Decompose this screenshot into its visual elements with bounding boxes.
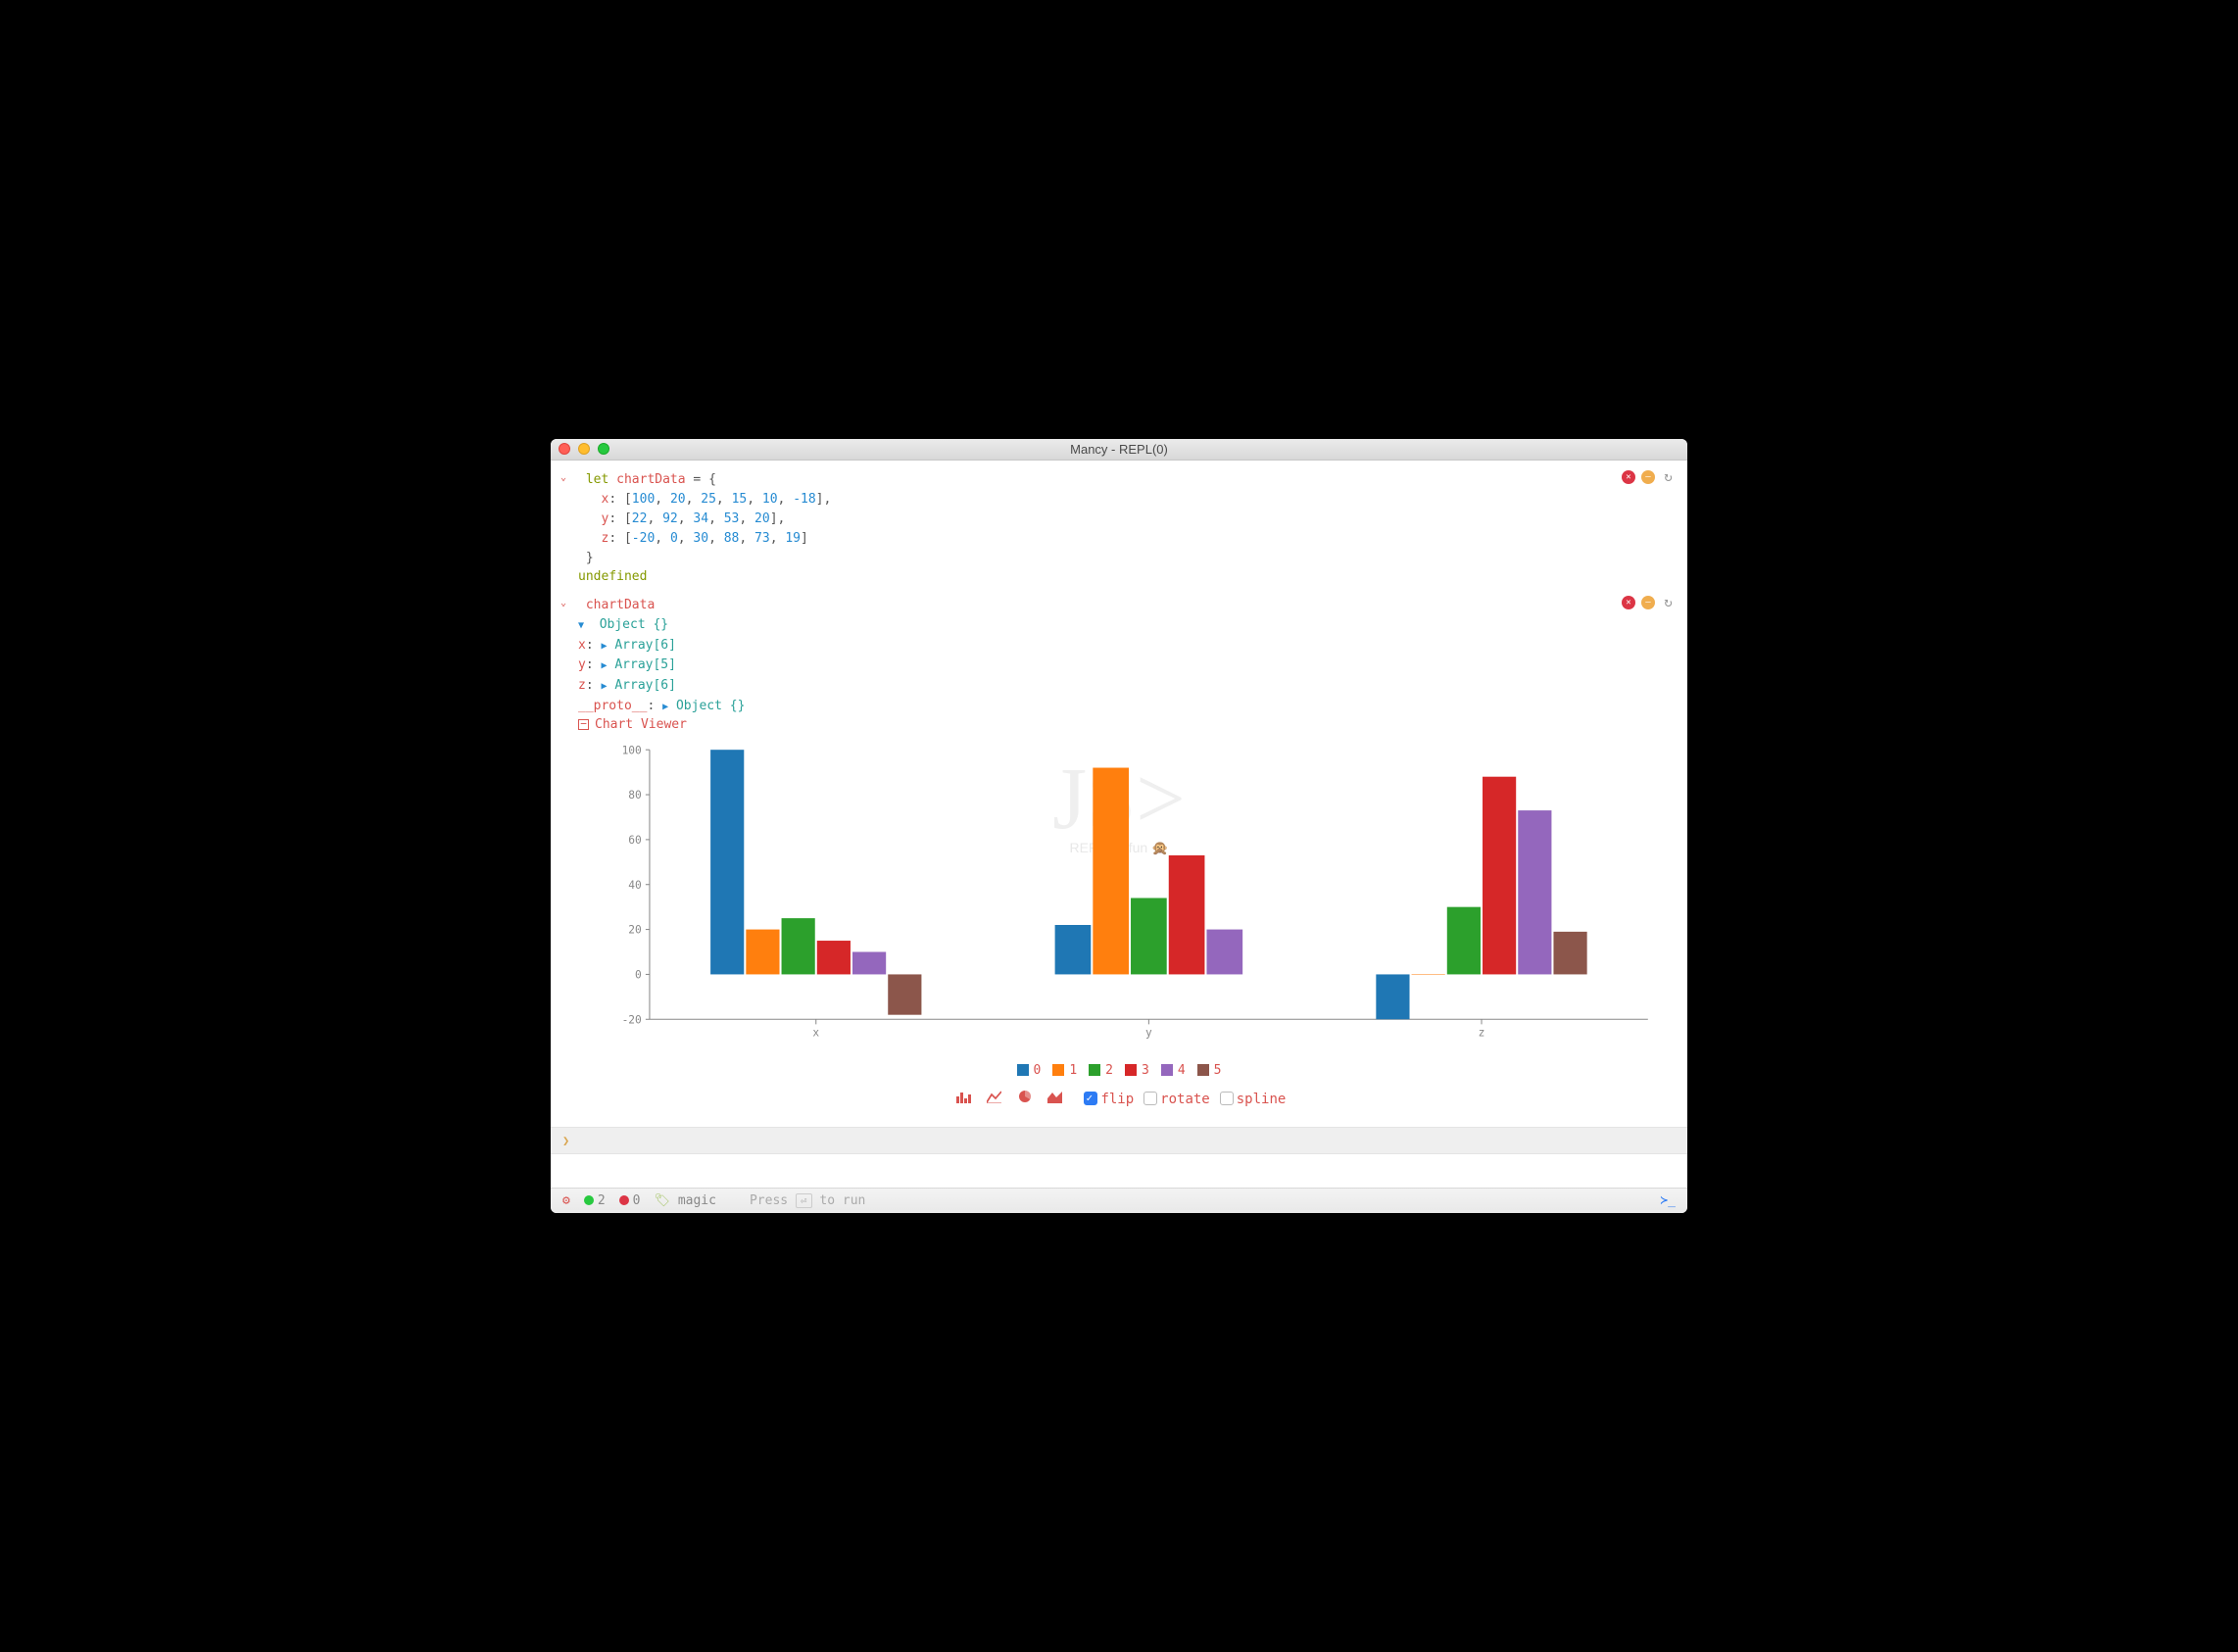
area-chart-icon[interactable] bbox=[1047, 1092, 1062, 1107]
legend-item[interactable]: 2 bbox=[1089, 1063, 1113, 1078]
collapse-box-icon: − bbox=[578, 719, 589, 730]
mode-indicator[interactable]: 🏷 magic bbox=[654, 1193, 715, 1208]
error-dot-icon bbox=[619, 1195, 629, 1205]
repl-block-1: ✕ – ↻ ⌄ let chartData = { x: [100, 20, 2… bbox=[551, 464, 1687, 590]
console-toggle-icon[interactable]: ≻_ bbox=[1660, 1193, 1676, 1208]
bar[interactable] bbox=[782, 918, 815, 974]
svg-text:x: x bbox=[812, 1026, 819, 1039]
inspector-property[interactable]: y: ▶ Array[5] bbox=[578, 656, 1678, 676]
svg-text:20: 20 bbox=[628, 923, 642, 936]
spline-label: spline bbox=[1237, 1092, 1287, 1107]
svg-text:60: 60 bbox=[628, 834, 642, 847]
inspector-property[interactable]: x: ▶ Array[6] bbox=[578, 636, 1678, 656]
collapse-icon: ▼ bbox=[578, 620, 584, 631]
inspector-proto[interactable]: __proto__: ▶ Object {} bbox=[578, 697, 1678, 717]
minimize-block-button[interactable]: – bbox=[1641, 470, 1655, 484]
delete-block-button[interactable]: ✕ bbox=[1622, 470, 1635, 484]
delete-block-button[interactable]: ✕ bbox=[1622, 596, 1635, 609]
app-window: Mancy - REPL(0) JS> REPL for fun 🙊 ✕ – ↻… bbox=[551, 439, 1687, 1213]
bar[interactable] bbox=[1131, 898, 1167, 974]
svg-text:100: 100 bbox=[622, 744, 642, 756]
content-spacer bbox=[551, 1154, 1687, 1188]
spline-checkbox[interactable] bbox=[1220, 1092, 1234, 1105]
bar[interactable] bbox=[710, 750, 744, 974]
object-inspector: ▼ Object {} x: ▶ Array[6]y: ▶ Array[5]z:… bbox=[560, 615, 1678, 717]
code-input[interactable]: let chartData = { x: [100, 20, 25, 15, 1… bbox=[586, 470, 832, 569]
bar[interactable] bbox=[1169, 855, 1205, 974]
line-chart-icon[interactable] bbox=[987, 1092, 1001, 1107]
inspector-property[interactable]: z: ▶ Array[6] bbox=[578, 676, 1678, 697]
bar[interactable] bbox=[1206, 929, 1242, 974]
block-actions: ✕ – ↻ bbox=[1622, 596, 1676, 610]
legend-item[interactable]: 3 bbox=[1125, 1063, 1149, 1078]
chart-viewer: -20 0 20 40 60 80 100 x y z bbox=[560, 732, 1678, 1057]
legend-item[interactable]: 1 bbox=[1052, 1063, 1077, 1078]
repl-prompt[interactable]: ❯ bbox=[551, 1127, 1687, 1154]
settings-gear-icon[interactable]: ⚙ bbox=[562, 1193, 570, 1208]
svg-text:80: 80 bbox=[628, 789, 642, 802]
ok-dot-icon bbox=[584, 1195, 594, 1205]
titlebar: Mancy - REPL(0) bbox=[551, 439, 1687, 461]
window-title: Mancy - REPL(0) bbox=[551, 442, 1687, 457]
flip-label: flip bbox=[1100, 1092, 1134, 1107]
inspector-root[interactable]: ▼ Object {} bbox=[578, 615, 1678, 636]
bar[interactable] bbox=[888, 974, 921, 1014]
svg-text:z: z bbox=[1479, 1026, 1485, 1039]
bar-chart-icon[interactable] bbox=[956, 1092, 971, 1107]
bar-chart: -20 0 20 40 60 80 100 x y z bbox=[600, 740, 1658, 1049]
bar[interactable] bbox=[1518, 810, 1551, 974]
repl-content: JS> REPL for fun 🙊 ✕ – ↻ ⌄ let chartData… bbox=[551, 461, 1687, 1188]
tag-icon: 🏷 bbox=[654, 1193, 670, 1208]
status-ok-count: 2 bbox=[584, 1193, 606, 1208]
code-input[interactable]: chartData bbox=[586, 598, 655, 612]
flip-checkbox[interactable] bbox=[1084, 1092, 1097, 1105]
svg-text:y: y bbox=[1145, 1026, 1152, 1039]
rerun-block-button[interactable]: ↻ bbox=[1661, 596, 1676, 610]
pie-chart-icon[interactable] bbox=[1018, 1092, 1032, 1107]
rotate-label: rotate bbox=[1160, 1092, 1210, 1107]
block-result: undefined bbox=[578, 569, 647, 584]
bar[interactable] bbox=[746, 929, 779, 974]
run-hint: Press ⏎ to run bbox=[750, 1193, 865, 1208]
bar[interactable] bbox=[1483, 776, 1516, 974]
svg-text:40: 40 bbox=[628, 879, 642, 892]
input-caret-icon: ⌄ bbox=[560, 470, 578, 483]
svg-text:-20: -20 bbox=[622, 1013, 642, 1026]
svg-text:0: 0 bbox=[635, 968, 642, 981]
status-bar: ⚙ 2 0 🏷 magic Press ⏎ to run ≻_ bbox=[551, 1188, 1687, 1213]
legend-item[interactable]: 4 bbox=[1161, 1063, 1186, 1078]
bar[interactable] bbox=[817, 941, 851, 974]
rotate-checkbox[interactable] bbox=[1143, 1092, 1157, 1105]
minimize-block-button[interactable]: – bbox=[1641, 596, 1655, 609]
chart-legend: 012345 bbox=[560, 1057, 1678, 1087]
bar[interactable] bbox=[1412, 974, 1445, 975]
legend-item[interactable]: 0 bbox=[1017, 1063, 1042, 1078]
repl-block-2: ✕ – ↻ ⌄ chartData ▼ Object {} x: ▶ Array… bbox=[551, 590, 1687, 1127]
expand-icon: ▶ bbox=[662, 702, 668, 712]
bar[interactable] bbox=[852, 951, 886, 974]
bar[interactable] bbox=[1553, 932, 1586, 975]
bar[interactable] bbox=[1055, 925, 1092, 974]
status-error-count: 0 bbox=[619, 1193, 641, 1208]
rerun-block-button[interactable]: ↻ bbox=[1661, 470, 1676, 485]
chart-viewer-toggle[interactable]: −Chart Viewer bbox=[560, 717, 1678, 732]
legend-item[interactable]: 5 bbox=[1197, 1063, 1222, 1078]
bar[interactable] bbox=[1093, 767, 1129, 974]
chart-controls: flip rotate spline bbox=[560, 1086, 1678, 1121]
bar[interactable] bbox=[1447, 906, 1481, 974]
input-caret-icon: ⌄ bbox=[560, 596, 578, 608]
bar[interactable] bbox=[1376, 974, 1409, 1019]
block-actions: ✕ – ↻ bbox=[1622, 470, 1676, 485]
